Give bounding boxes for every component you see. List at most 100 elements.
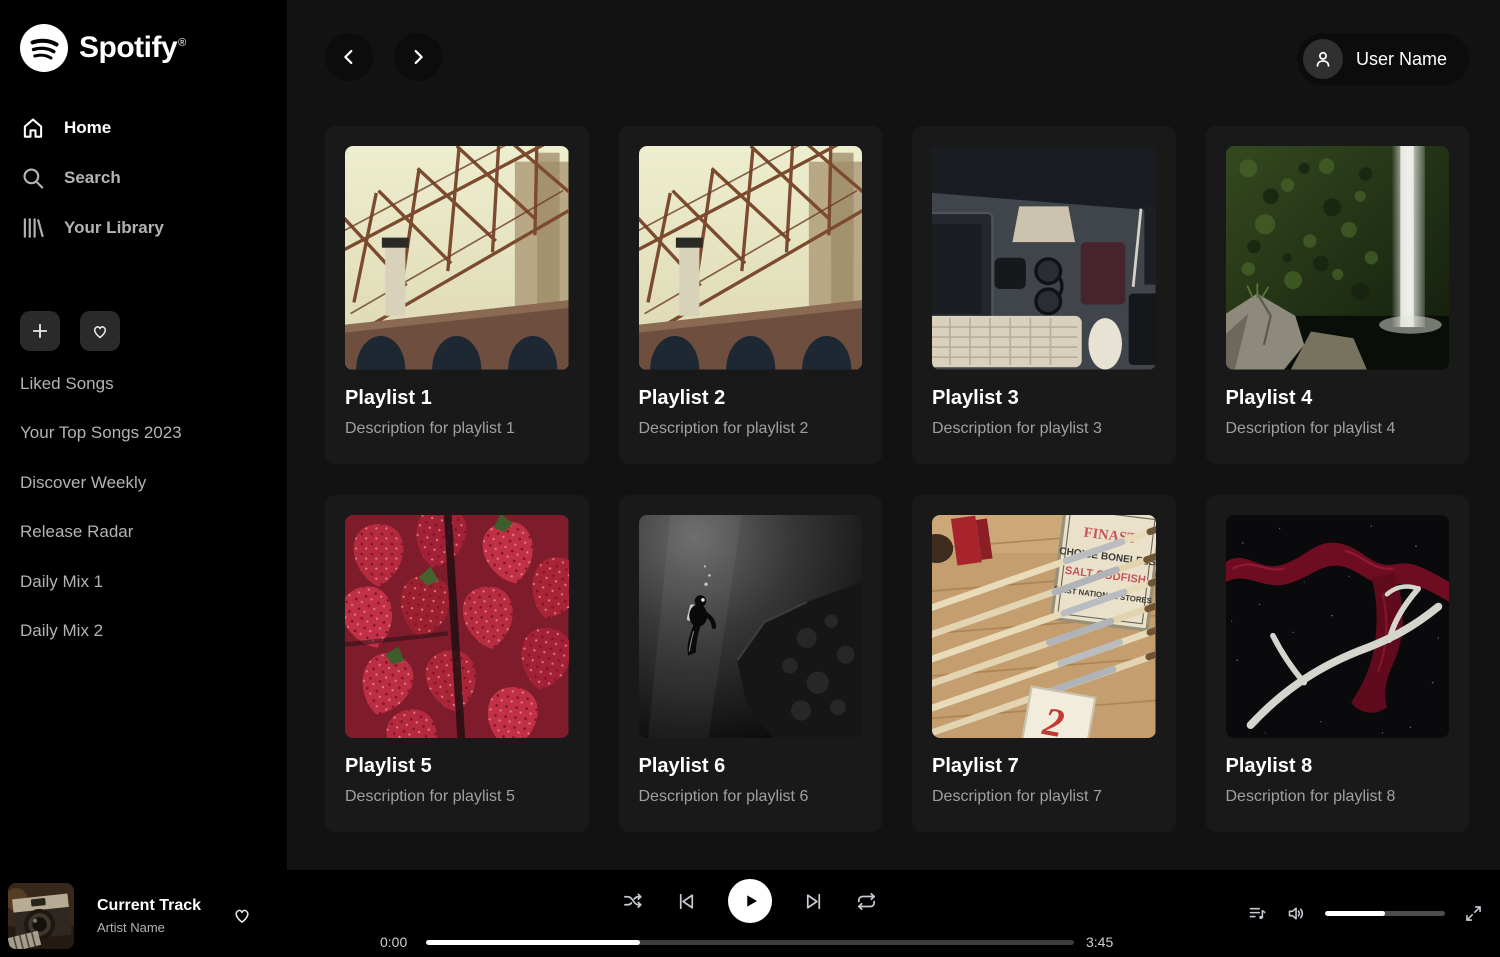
repeat-icon <box>855 890 878 913</box>
chevron-right-icon <box>407 46 429 68</box>
playlist-description: Description for playlist 2 <box>639 420 863 438</box>
sidebar-nav: Home Search Your Library <box>20 103 267 253</box>
content-row: Spotify® Home Search <box>0 0 1500 870</box>
playlist-card-5[interactable]: Playlist 5 Description for playlist 5 <box>325 495 589 833</box>
history-nav <box>325 33 442 81</box>
playlist-title: Playlist 3 <box>932 387 1156 410</box>
next-icon <box>802 890 825 913</box>
brand-wordmark: Spotify® <box>79 31 186 65</box>
volume-button[interactable] <box>1286 903 1307 924</box>
playlist-description: Description for playlist 7 <box>932 788 1156 806</box>
playlist-card-8[interactable]: Playlist 8 Description for playlist 8 <box>1206 495 1470 833</box>
playlist-cover-art <box>345 146 569 370</box>
home-icon <box>20 115 46 141</box>
playlist-title: Playlist 2 <box>639 387 863 410</box>
playlist-description: Description for playlist 4 <box>1226 420 1450 438</box>
playlist-cover-art <box>345 515 569 739</box>
sidebar-item-label: Your Library <box>64 218 164 238</box>
sidebar-playlist-liked-songs[interactable]: Liked Songs <box>20 359 267 409</box>
volume-icon <box>1286 903 1307 924</box>
topbar: User Name <box>325 0 1469 85</box>
playlist-card-3[interactable]: Playlist 3 Description for playlist 3 <box>912 126 1176 464</box>
playlist-card-4[interactable]: Playlist 4 Description for playlist 4 <box>1206 126 1470 464</box>
track-artist: Artist Name <box>97 920 201 935</box>
search-icon <box>20 165 46 191</box>
playlist-cover-art <box>639 146 863 370</box>
playlist-cover-art <box>639 515 863 739</box>
volume-slider[interactable] <box>1325 911 1445 916</box>
liked-songs-button[interactable] <box>80 311 120 351</box>
playlist-description: Description for playlist 3 <box>932 420 1156 438</box>
playlist-title: Playlist 5 <box>345 755 569 778</box>
sidebar-playlist-daily-mix-1[interactable]: Daily Mix 1 <box>20 557 267 607</box>
queue-button[interactable] <box>1247 903 1268 924</box>
heart-icon <box>90 321 110 341</box>
avatar <box>1303 39 1343 79</box>
sidebar-item-your-library[interactable]: Your Library <box>20 203 267 253</box>
playlist-grid: Playlist 1 Description for playlist 1 <box>325 126 1469 832</box>
playlist-title: Playlist 1 <box>345 387 569 410</box>
spotify-logo[interactable]: Spotify® <box>20 24 267 72</box>
playlist-cover-art <box>1226 515 1450 739</box>
shuffle-button[interactable] <box>622 890 645 913</box>
sidebar-item-label: Search <box>64 168 121 188</box>
total-time: 3:45 <box>1086 934 1120 950</box>
playlist-title: Playlist 7 <box>932 755 1156 778</box>
previous-icon <box>675 890 698 913</box>
user-name: User Name <box>1356 49 1447 70</box>
now-playing: Current Track Artist Name <box>8 883 253 949</box>
chevron-left-icon <box>338 46 360 68</box>
elapsed-time: 0:00 <box>380 934 414 950</box>
sidebar-actions <box>20 311 267 351</box>
playlist-cover-art <box>1226 146 1450 370</box>
progress-row: 0:00 3:45 <box>380 934 1120 950</box>
playlist-description: Description for playlist 5 <box>345 788 569 806</box>
sidebar-playlist-daily-mix-2[interactable]: Daily Mix 2 <box>20 607 267 657</box>
main-content: User Name <box>287 0 1500 870</box>
create-playlist-button[interactable] <box>20 311 60 351</box>
repeat-button[interactable] <box>855 890 878 913</box>
previous-track-button[interactable] <box>675 890 698 913</box>
playlist-description: Description for playlist 8 <box>1226 788 1450 806</box>
playlist-card-2[interactable]: Playlist 2 Description for playlist 2 <box>619 126 883 464</box>
sidebar-playlist-your-top-songs[interactable]: Your Top Songs 2023 <box>20 409 267 459</box>
sidebar-item-search[interactable]: Search <box>20 153 267 203</box>
album-art <box>8 883 74 949</box>
sidebar-item-label: Home <box>64 118 111 138</box>
heart-icon <box>231 904 253 926</box>
playlist-card-6[interactable]: Playlist 6 Description for playlist 6 <box>619 495 883 833</box>
playlist-description: Description for playlist 1 <box>345 420 569 438</box>
playback-controls <box>622 879 878 923</box>
playlist-cover-art: FINAST CHOICE BONELESS SALT CODFISH FIRS… <box>932 515 1156 739</box>
spotify-app: Spotify® Home Search <box>0 0 1500 957</box>
plus-icon <box>30 321 50 341</box>
track-meta: Current Track Artist Name <box>97 897 201 935</box>
progress-fill <box>426 940 640 945</box>
expand-icon <box>1463 903 1484 924</box>
sidebar-item-home[interactable]: Home <box>20 103 267 153</box>
player-bar: Current Track Artist Name <box>0 870 1500 957</box>
playlist-cover-art <box>932 146 1156 370</box>
playlist-card-7[interactable]: FINAST CHOICE BONELESS SALT CODFISH FIRS… <box>912 495 1176 833</box>
playlist-title: Playlist 4 <box>1226 387 1450 410</box>
sidebar-playlist-release-radar[interactable]: Release Radar <box>20 508 267 558</box>
playlist-description: Description for playlist 6 <box>639 788 863 806</box>
player-right-controls <box>1247 870 1484 957</box>
sidebar-playlist-list: Liked Songs Your Top Songs 2023 Discover… <box>20 359 267 656</box>
fullscreen-button[interactable] <box>1463 903 1484 924</box>
back-button[interactable] <box>325 33 373 81</box>
spotify-logo-icon <box>20 24 68 72</box>
shuffle-icon <box>622 890 645 913</box>
user-menu-button[interactable]: User Name <box>1297 33 1469 85</box>
forward-button[interactable] <box>394 33 442 81</box>
queue-icon <box>1247 903 1268 924</box>
playlist-title: Playlist 6 <box>639 755 863 778</box>
sidebar-playlist-discover-weekly[interactable]: Discover Weekly <box>20 458 267 508</box>
next-track-button[interactable] <box>802 890 825 913</box>
library-icon <box>20 215 46 241</box>
playlist-card-1[interactable]: Playlist 1 Description for playlist 1 <box>325 126 589 464</box>
play-button[interactable] <box>728 879 772 923</box>
volume-fill <box>1325 911 1385 916</box>
like-track-button[interactable] <box>231 904 253 929</box>
progress-bar[interactable] <box>426 940 1074 945</box>
